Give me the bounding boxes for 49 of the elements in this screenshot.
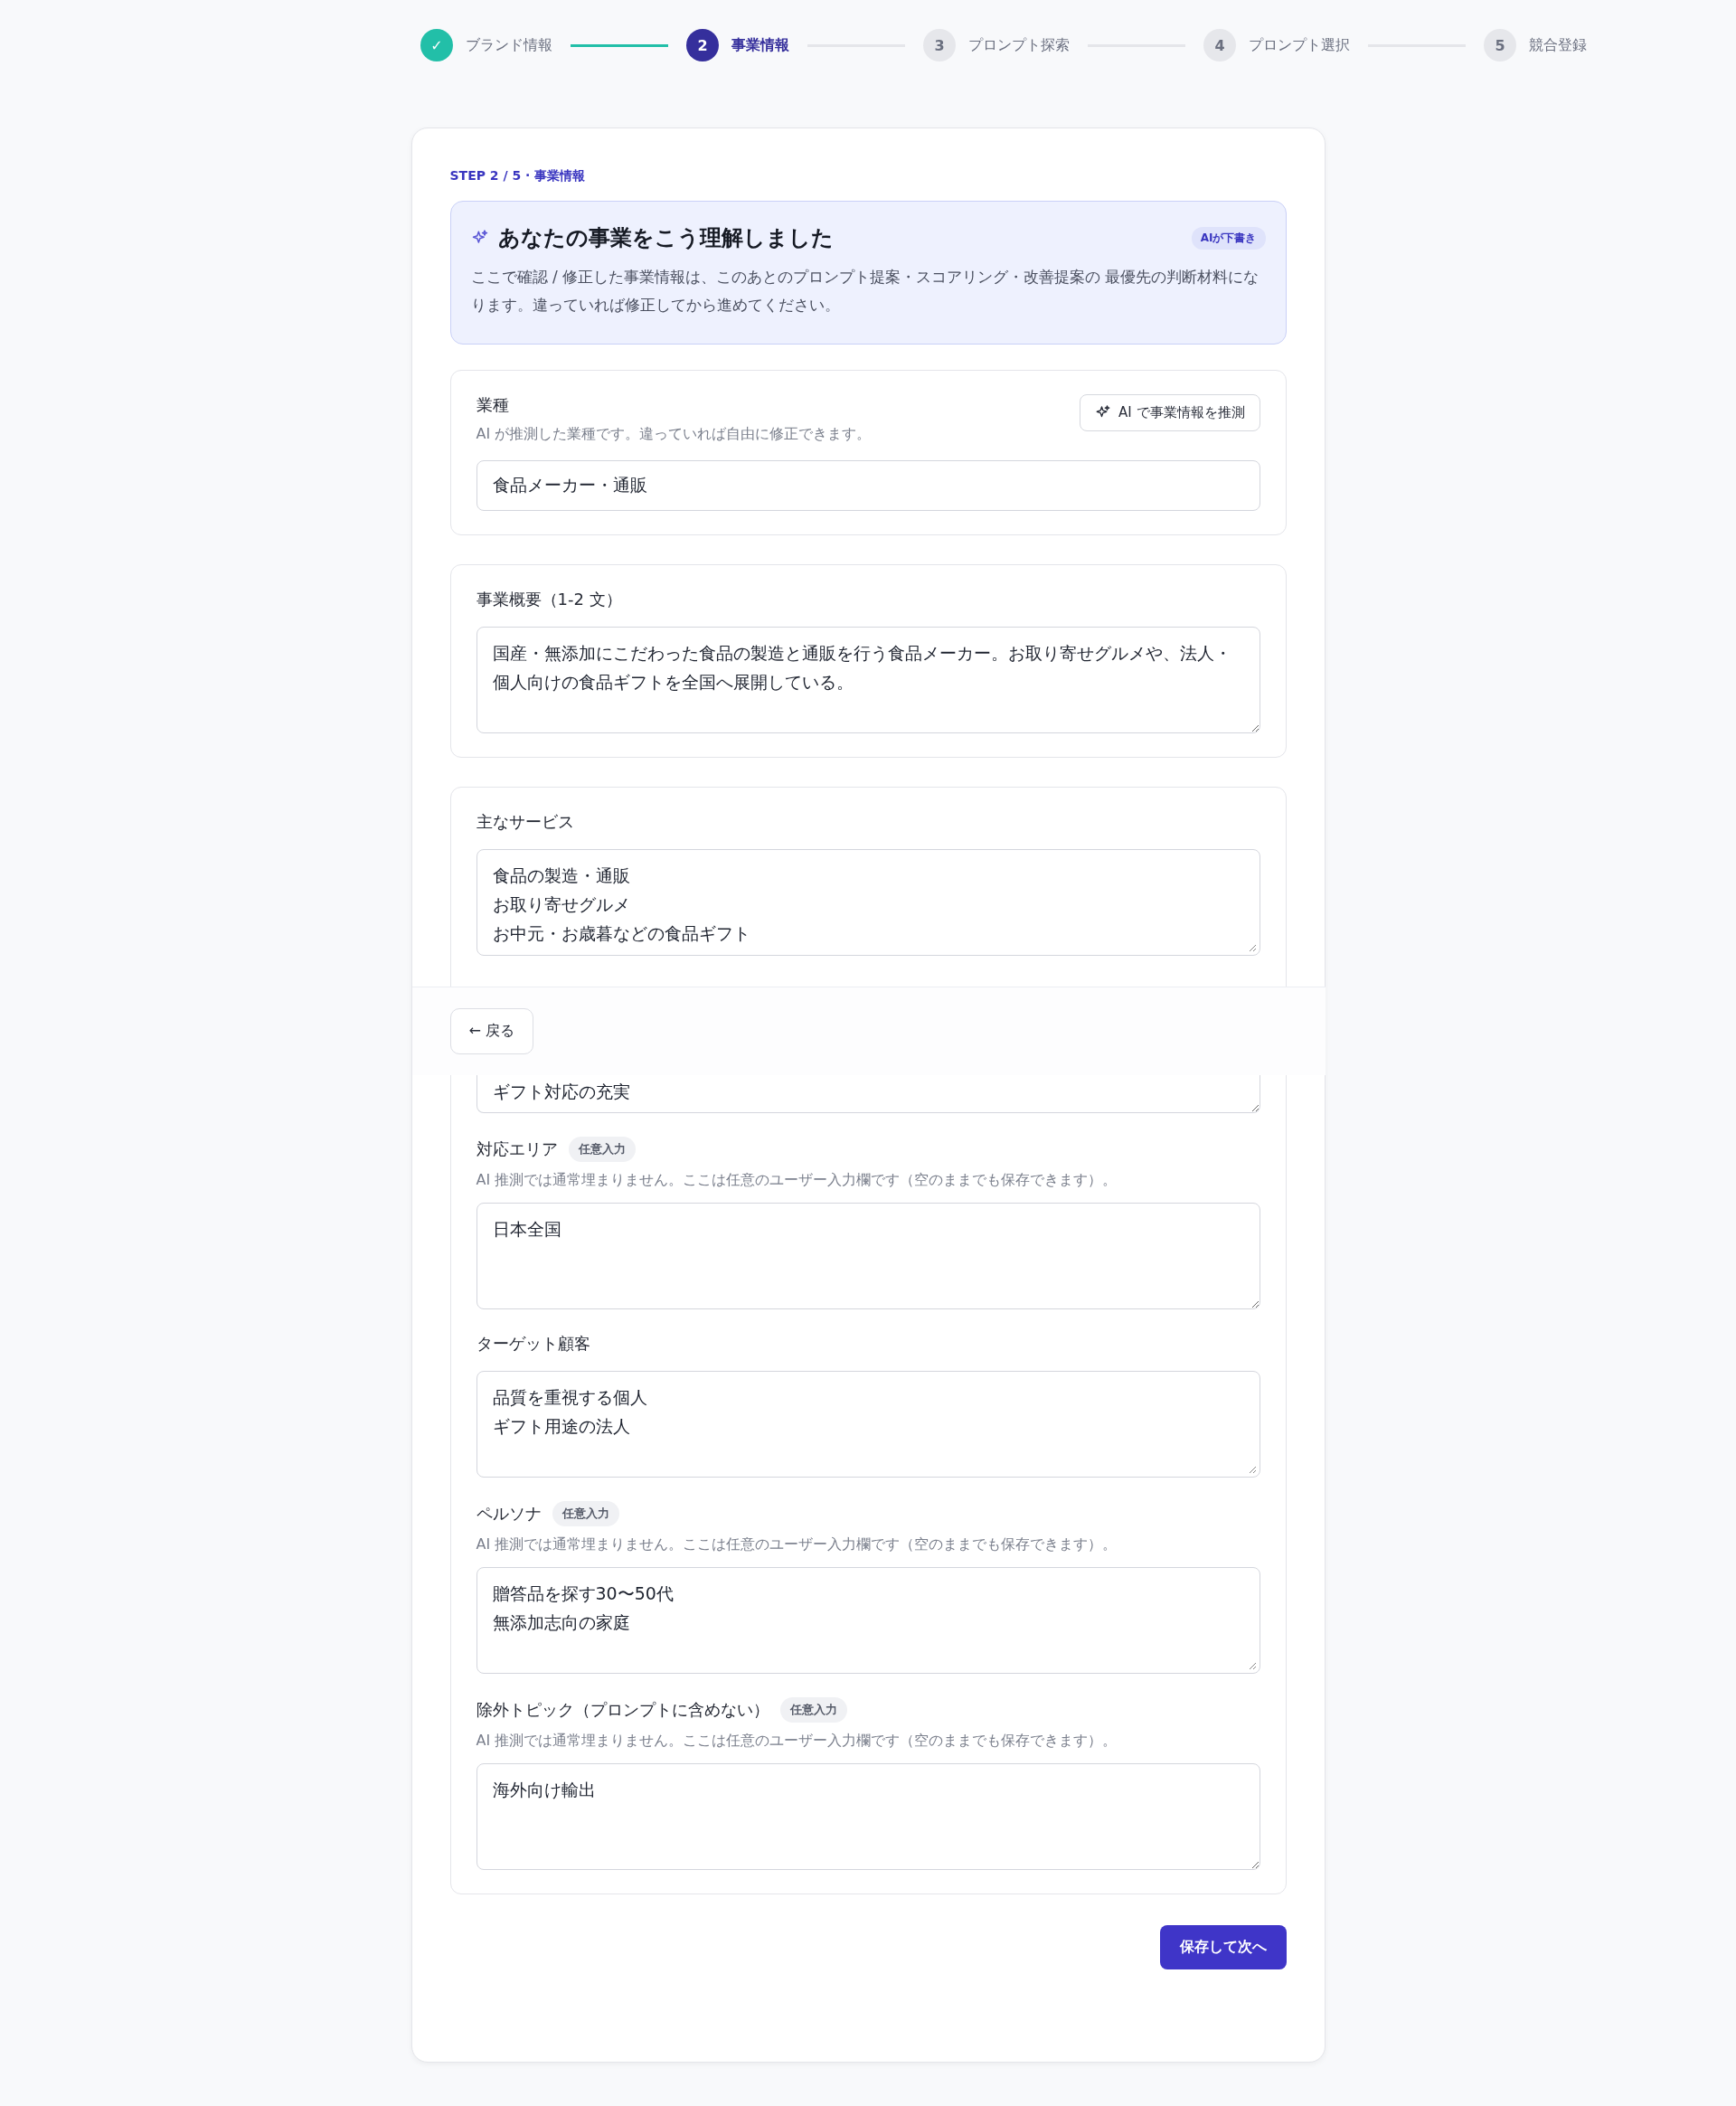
step-label: プロンプト選択 bbox=[1249, 35, 1350, 55]
text-line: ギフト用途の法人 bbox=[492, 1414, 630, 1438]
step-label: 事業情報 bbox=[731, 35, 789, 55]
banner-title: あなたの事業をこう理解しました bbox=[497, 224, 835, 252]
text-area[interactable]: 日本全国 bbox=[476, 1202, 1260, 1309]
text-area[interactable]: 贈答品を探す30〜50代 無添加志向の家庭 bbox=[476, 1566, 1260, 1674]
text-line: お中元・お歳暮などの食品ギフト bbox=[492, 921, 750, 945]
step-label: 競合登録 bbox=[1529, 35, 1587, 55]
step-number: 2 bbox=[686, 29, 719, 61]
step-number: 3 bbox=[923, 29, 956, 61]
field-hint: AI 推測では通常埋まりません。ここは任意のユーザー入力欄です（空のままでも保存できます）。 bbox=[476, 1535, 1118, 1554]
step-number: ✓ bbox=[420, 29, 453, 61]
back-button[interactable]: ← 戻る bbox=[449, 1007, 533, 1054]
field-hint: AI が推測した業種です。違っていれば自由に修正できます。 bbox=[476, 424, 873, 444]
text-area[interactable]: 海外向け輸出 bbox=[476, 1762, 1260, 1870]
optional-tag: 任意入力 bbox=[568, 1136, 636, 1162]
field-label: ターゲット顧客 bbox=[476, 1332, 590, 1355]
text-line: 無添加志向の家庭 bbox=[492, 1610, 630, 1634]
step-label: ブランド情報 bbox=[466, 35, 552, 55]
resize-handle-icon[interactable] bbox=[1247, 1660, 1257, 1670]
field-label: ペルソナ bbox=[476, 1502, 542, 1525]
save-next-button[interactable]: 保存して次へ bbox=[1159, 1924, 1287, 1969]
step-number: 5 bbox=[1484, 29, 1516, 61]
optional-tag: 任意入力 bbox=[779, 1696, 847, 1723]
text-line: 食品の製造・通販 bbox=[492, 864, 630, 887]
text-line: お取り寄せグルメ bbox=[492, 892, 630, 916]
field-hint: AI 推測では通常埋まりません。ここは任意のユーザー入力欄です（空のままでも保存できます）。 bbox=[476, 1170, 1118, 1190]
banner-description: ここで確認 / 修正した事業情報は、このあとのプロンプト提案・スコアリング・改善提案の 最優先の判断材料になります。違っていれば修正してから進めてください。 bbox=[470, 267, 1260, 316]
text-line: 品質を重視する個人 bbox=[492, 1385, 647, 1409]
step-label: プロンプト探索 bbox=[968, 35, 1070, 55]
step-number: 4 bbox=[1203, 29, 1236, 61]
field-label: 業種 bbox=[476, 393, 509, 416]
optional-tag: 任意入力 bbox=[552, 1500, 619, 1526]
field-label: 除外トピック（プロンプトに含めない） bbox=[476, 1698, 769, 1721]
text-area[interactable]: 国産・無添加にこだわった食品の製造と通販を行う食品メーカー。お取り寄せグルメや、法人・個人向けの食品ギフトを全国へ展開している。 bbox=[476, 626, 1260, 733]
input-field[interactable]: 食品メーカー・通販 bbox=[476, 459, 1260, 511]
field-label: 事業概要（1-2 文） bbox=[476, 588, 622, 610]
text-area[interactable]: 食品の製造・通販 お取り寄せグルメ お中元・お歳暮などの食品ギフト bbox=[476, 848, 1260, 956]
ai-draft-badge: AIが下書き bbox=[1191, 226, 1266, 250]
text-area[interactable]: ギフト対応の充実 bbox=[476, 1074, 1260, 1113]
field-label: 主なサービス bbox=[476, 810, 574, 833]
step-indicator: STEP 2 / 5 · 事業情報 bbox=[449, 168, 587, 184]
resize-handle-icon[interactable] bbox=[1247, 1464, 1257, 1474]
text-area[interactable]: 品質を重視する個人 ギフト用途の法人 bbox=[476, 1370, 1260, 1478]
text-line: 贈答品を探す30〜50代 bbox=[492, 1582, 674, 1605]
field-label: 対応エリア bbox=[476, 1138, 558, 1160]
field-hint: AI 推測では通常埋まりません。ここは任意のユーザー入力欄です（空のままでも保存できます）。 bbox=[476, 1731, 1118, 1751]
ai-infer-button[interactable]: AI で事業情報を推測 bbox=[1080, 393, 1260, 431]
resize-handle-icon[interactable] bbox=[1247, 942, 1257, 952]
